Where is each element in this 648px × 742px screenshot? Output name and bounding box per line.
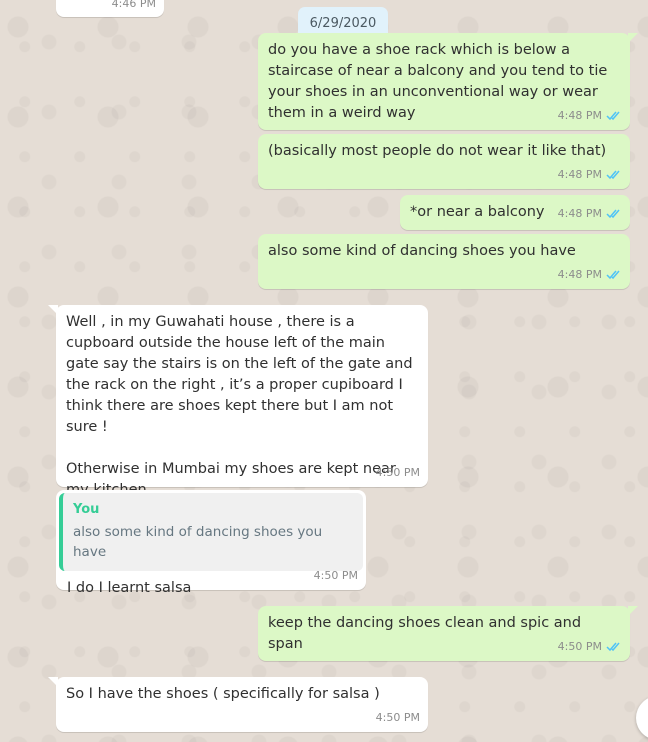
message-time: 4:50 PM [375,711,420,724]
quoted-message[interactable]: You also some kind of dancing shoes you … [59,493,363,571]
message-bubble-incoming[interactable]: 4:46 PM [56,0,164,17]
message-time: 4:48 PM [557,168,602,181]
message-text: Well , in my Guwahati house , there is a… [66,314,413,498]
message-meta: 4:50 PM [376,707,420,728]
message-time: 4:48 PM [557,207,602,220]
message-meta: 4:50 PM [314,565,358,586]
message-time: 4:50 PM [557,640,602,653]
double-check-icon [606,170,620,180]
double-check-icon [606,270,620,280]
message-meta: 4:50 PM [376,462,420,483]
message-bubble-outgoing[interactable]: also some kind of dancing shoes you have… [258,234,630,289]
double-check-icon [606,209,620,219]
message-meta: 4:48 PM [558,105,622,126]
message-text: also some kind of dancing shoes you have [268,243,576,259]
message-bubble-incoming[interactable]: You also some kind of dancing shoes you … [56,490,366,596]
message-meta: 4:48 PM [558,264,622,285]
message-text: (basically most people do not wear it li… [268,143,607,159]
message-time: 4:46 PM [111,0,156,10]
double-check-icon [606,111,620,121]
message-time: 4:48 PM [557,268,602,281]
message-time: 4:48 PM [557,109,602,122]
message-meta: 4:48 PM [558,203,622,224]
message-meta: 4:46 PM [112,0,156,14]
message-bubble-outgoing[interactable]: keep the dancing shoes clean and spic an… [258,606,638,661]
message-bubble-outgoing[interactable]: *or near a balcony 4:48 PM [400,195,630,230]
message-bubble-incoming[interactable]: Well , in my Guwahati house , there is a… [48,305,428,498]
message-text: So I have the shoes ( specifically for s… [66,686,380,702]
message-meta: 4:48 PM [558,164,622,185]
quoted-author: You [73,502,100,517]
message-bubble-outgoing[interactable]: (basically most people do not wear it li… [258,134,630,189]
message-time: 4:50 PM [375,466,420,479]
message-bubble-outgoing[interactable]: do you have a shoe rack which is below a… [258,33,638,130]
quoted-text: also some kind of dancing shoes you have [73,524,323,560]
message-bubble-incoming[interactable]: So I have the shoes ( specifically for s… [48,677,428,732]
scroll-down-button[interactable] [636,696,648,740]
message-meta: 4:50 PM [558,636,622,657]
double-check-icon [606,642,620,652]
message-time: 4:50 PM [313,569,358,582]
